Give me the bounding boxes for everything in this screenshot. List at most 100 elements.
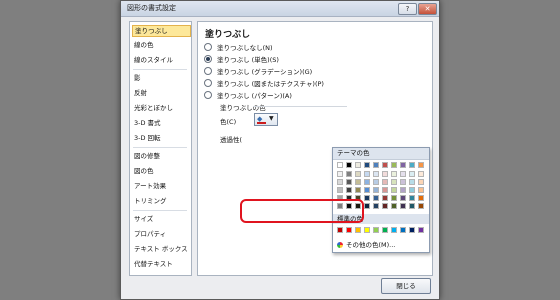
radio-button[interactable] (204, 67, 212, 75)
theme-color-swatch[interactable] (355, 162, 361, 168)
sidebar-item-picture-corrections[interactable]: 図の修整 (132, 151, 189, 162)
theme-shade-swatch[interactable] (364, 203, 370, 209)
theme-shade-swatch[interactable] (364, 179, 370, 185)
standard-color-swatch[interactable] (400, 227, 406, 233)
help-icon[interactable]: ? (398, 3, 417, 15)
sidebar-item-reflection[interactable]: 反射 (132, 88, 189, 99)
theme-shade-swatch[interactable] (400, 179, 406, 185)
theme-color-swatch[interactable] (409, 162, 415, 168)
sidebar-item-artistic-effects[interactable]: アート効果 (132, 181, 189, 192)
theme-shade-swatch[interactable] (364, 195, 370, 201)
theme-shade-swatch[interactable] (409, 187, 415, 193)
theme-shade-swatch[interactable] (409, 203, 415, 209)
sidebar-item-glow[interactable]: 光彩とぼかし (132, 103, 189, 114)
theme-shade-swatch[interactable] (409, 179, 415, 185)
sidebar-item-line-style[interactable]: 線のスタイル (132, 55, 189, 66)
sidebar-item-3d-rotation[interactable]: 3-D 回転 (132, 133, 189, 144)
standard-color-swatch[interactable] (409, 227, 415, 233)
standard-color-swatch[interactable] (391, 227, 397, 233)
fill-color-button[interactable]: ◆ ▼ (254, 113, 278, 126)
theme-shade-swatch[interactable] (337, 187, 343, 193)
theme-shade-swatch[interactable] (400, 187, 406, 193)
radio-solid-fill[interactable]: 塗りつぶし (単色)(S) (204, 55, 279, 65)
standard-color-swatch[interactable] (337, 227, 343, 233)
standard-color-swatch[interactable] (364, 227, 370, 233)
theme-shade-swatch[interactable] (391, 203, 397, 209)
sidebar-item-size[interactable]: サイズ (132, 214, 189, 225)
theme-shade-swatch[interactable] (382, 171, 388, 177)
sidebar-item-alt-text[interactable]: 代替テキスト (132, 259, 189, 270)
standard-color-swatch[interactable] (418, 227, 424, 233)
standard-color-swatch[interactable] (373, 227, 379, 233)
close-button[interactable]: 閉じる (381, 278, 431, 294)
radio-pattern-fill[interactable]: 塗りつぶし (パターン)(A) (204, 91, 292, 101)
theme-shade-swatch[interactable] (337, 179, 343, 185)
format-shape-dialog: 図形の書式設定 ? ✕ 塗りつぶし 線の色 線のスタイル 影 反射 光彩とぼかし… (120, 0, 440, 300)
radio-button-selected[interactable] (204, 55, 212, 63)
theme-shade-swatch[interactable] (373, 179, 379, 185)
theme-shade-swatch[interactable] (418, 187, 424, 193)
theme-shade-swatch[interactable] (400, 171, 406, 177)
theme-shade-swatch[interactable] (418, 171, 424, 177)
standard-color-swatch[interactable] (382, 227, 388, 233)
theme-shade-swatch[interactable] (400, 203, 406, 209)
theme-shade-swatch[interactable] (391, 195, 397, 201)
theme-shade-swatch[interactable] (355, 171, 361, 177)
dialog-titlebar[interactable]: 図形の書式設定 ? ✕ (121, 1, 439, 17)
theme-shade-swatch[interactable] (364, 171, 370, 177)
theme-shade-swatch[interactable] (346, 187, 352, 193)
more-colors-item[interactable]: その他の色(M)... (337, 239, 395, 249)
theme-shade-swatch[interactable] (364, 187, 370, 193)
close-icon[interactable]: ✕ (418, 3, 437, 15)
theme-color-swatch[interactable] (364, 162, 370, 168)
theme-shade-swatch[interactable] (400, 195, 406, 201)
radio-button[interactable] (204, 43, 212, 51)
sidebar-divider (133, 210, 187, 211)
theme-shade-swatch[interactable] (373, 187, 379, 193)
theme-shade-swatch[interactable] (337, 171, 343, 177)
theme-shade-swatch[interactable] (373, 171, 379, 177)
theme-shade-swatch[interactable] (391, 179, 397, 185)
theme-color-swatch[interactable] (337, 162, 343, 168)
radio-no-fill[interactable]: 塗りつぶしなし(N) (204, 43, 273, 53)
theme-shade-swatch[interactable] (391, 171, 397, 177)
standard-color-swatch[interactable] (346, 227, 352, 233)
color-wheel-icon (337, 242, 343, 248)
theme-shade-swatch[interactable] (382, 179, 388, 185)
theme-color-swatch[interactable] (418, 162, 424, 168)
radio-button[interactable] (204, 91, 212, 99)
theme-shade-swatch[interactable] (409, 171, 415, 177)
theme-shade-swatch[interactable] (418, 195, 424, 201)
theme-shade-swatch[interactable] (409, 195, 415, 201)
theme-color-swatch[interactable] (400, 162, 406, 168)
theme-shade-swatch[interactable] (346, 171, 352, 177)
theme-shade-swatch[interactable] (346, 179, 352, 185)
theme-shade-swatch[interactable] (355, 179, 361, 185)
sidebar-item-picture-color[interactable]: 図の色 (132, 166, 189, 177)
sidebar-item-3d-format[interactable]: 3-D 書式 (132, 118, 189, 129)
theme-shade-swatch[interactable] (355, 187, 361, 193)
sidebar-item-properties[interactable]: プロパティ (132, 229, 189, 240)
sidebar-item-crop[interactable]: トリミング (132, 196, 189, 207)
standard-color-swatch[interactable] (355, 227, 361, 233)
theme-shade-swatch[interactable] (373, 203, 379, 209)
theme-color-swatch[interactable] (346, 162, 352, 168)
sidebar-item-shadow[interactable]: 影 (132, 73, 189, 84)
dialog-title: 図形の書式設定 (127, 4, 176, 12)
theme-color-swatch[interactable] (382, 162, 388, 168)
theme-shade-swatch[interactable] (418, 203, 424, 209)
sidebar-item-line-color[interactable]: 線の色 (132, 40, 189, 51)
theme-shade-swatch[interactable] (418, 179, 424, 185)
theme-shade-swatch[interactable] (382, 187, 388, 193)
sidebar-item-fill[interactable]: 塗りつぶし (132, 25, 191, 37)
theme-shade-swatch[interactable] (373, 195, 379, 201)
theme-color-swatch[interactable] (373, 162, 379, 168)
theme-color-swatch[interactable] (391, 162, 397, 168)
theme-shade-swatch[interactable] (382, 195, 388, 201)
radio-gradient-fill[interactable]: 塗りつぶし (グラデーション)(G) (204, 67, 312, 77)
radio-picture-fill[interactable]: 塗りつぶし (図またはテクスチャ)(P) (204, 79, 324, 89)
theme-shade-swatch[interactable] (382, 203, 388, 209)
radio-button[interactable] (204, 79, 212, 87)
theme-shade-swatch[interactable] (391, 187, 397, 193)
sidebar-item-text-box[interactable]: テキスト ボックス (132, 244, 189, 255)
